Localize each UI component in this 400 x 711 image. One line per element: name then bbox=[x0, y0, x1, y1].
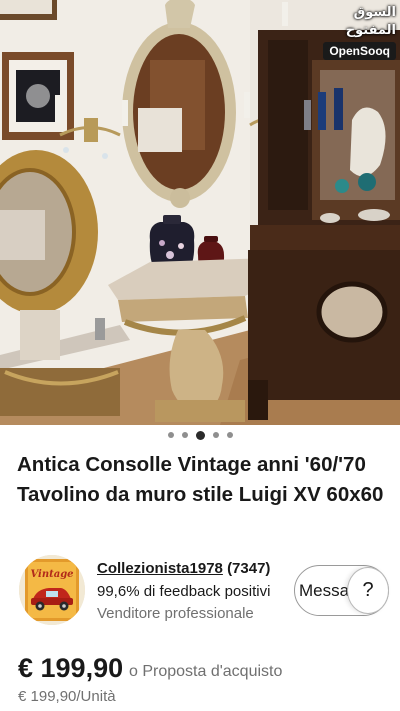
carousel-dot-2[interactable] bbox=[181, 432, 188, 438]
watermark-arabic-text: السوق المفتوح bbox=[345, 5, 396, 38]
seller-avatar[interactable]: Vintage bbox=[19, 555, 85, 625]
message-button-label: Messa bbox=[299, 580, 350, 600]
carousel-dot-5[interactable] bbox=[226, 432, 233, 438]
unit-price: € 199,90/Unità bbox=[18, 688, 116, 705]
best-offer-label: o Proposta d'acquisto bbox=[129, 663, 283, 680]
carousel-dot-3-active[interactable] bbox=[195, 430, 205, 440]
price-amount: € 199,90 bbox=[18, 653, 124, 683]
opensooq-watermark: السوق المفتوح OpenSooq bbox=[300, 4, 396, 60]
carousel-dot-1[interactable] bbox=[167, 432, 174, 438]
seller-name-row: Collezionista1978 (7347) bbox=[97, 560, 270, 578]
seller-type-label: Venditore professionale bbox=[97, 605, 254, 622]
vintage-car-logo: Vintage bbox=[19, 555, 85, 625]
antique-furniture-photo bbox=[0, 0, 400, 425]
seller-feedback-count: (7347) bbox=[227, 560, 271, 577]
svg-text:Vintage: Vintage bbox=[30, 569, 73, 580]
question-mark-icon: ? bbox=[362, 579, 374, 601]
listing-photo[interactable]: السوق المفتوح OpenSooq bbox=[0, 0, 400, 425]
help-button[interactable]: ? bbox=[347, 567, 389, 614]
watermark-latin-text: OpenSooq bbox=[323, 42, 396, 60]
seller-feedback-percentage: 99,6% di feedback positivi bbox=[97, 583, 271, 600]
listing-title: Antica Consolle Vintage anni '60/'70 Tav… bbox=[17, 453, 384, 506]
carousel-indicator[interactable] bbox=[0, 430, 400, 440]
carousel-dot-4[interactable] bbox=[212, 432, 219, 438]
seller-name-link[interactable]: Collezionista1978 bbox=[97, 560, 223, 577]
